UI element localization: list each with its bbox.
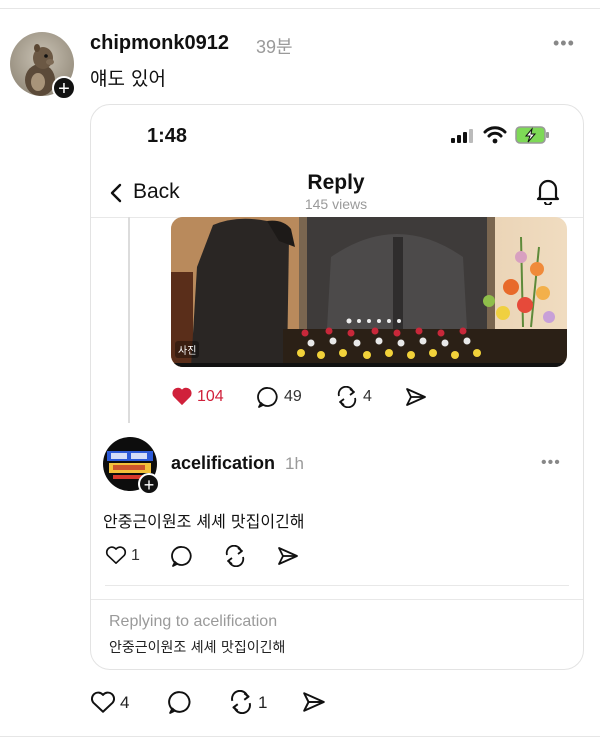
comment-icon[interactable]: [257, 386, 279, 408]
footer-divider: [91, 599, 583, 600]
repost-count: 4: [363, 388, 372, 405]
chevron-left-icon[interactable]: [109, 183, 123, 203]
quoted-image[interactable]: 사진: [171, 217, 567, 367]
post-username[interactable]: chipmonk0912: [90, 32, 229, 55]
post-time: 39분: [256, 37, 293, 57]
repost-icon[interactable]: [335, 386, 359, 408]
follow-plus-button[interactable]: +: [52, 76, 76, 100]
reply-heart-icon[interactable]: [105, 545, 127, 565]
reply-text: 안중근이원조 셰셰 맛집이긴해: [103, 512, 305, 531]
status-time: 1:48: [147, 125, 188, 147]
bottom-divider: [0, 736, 600, 737]
view-count: 145 views: [304, 196, 368, 212]
like-count: 104: [197, 388, 224, 405]
post-like-count: 4: [120, 693, 130, 712]
battery-icon: [515, 125, 551, 145]
reply-share-icon[interactable]: [277, 546, 299, 566]
media-tag: 사진: [175, 341, 200, 358]
reply-comment-icon[interactable]: [171, 545, 193, 567]
post-repost-count: 1: [258, 693, 268, 712]
back-button[interactable]: Back: [133, 180, 180, 204]
share-icon[interactable]: [405, 387, 427, 407]
post-text: 얘도 있어: [90, 68, 166, 90]
post-share-icon[interactable]: [302, 691, 326, 713]
replying-to-text: 안중근이원조 셰셰 맛집이긴해: [109, 640, 286, 656]
nav-title: Reply: [307, 171, 365, 194]
replying-to-label: Replying to acelification: [109, 613, 278, 630]
reply-username[interactable]: acelification: [171, 453, 275, 474]
reply-repost-icon[interactable]: [223, 545, 247, 567]
reply-follow-plus-button[interactable]: +: [138, 473, 160, 495]
reply-more-icon[interactable]: •••: [541, 454, 561, 472]
thread-line: [128, 217, 130, 423]
more-options-icon[interactable]: •••: [553, 33, 575, 54]
bell-icon[interactable]: [535, 177, 561, 205]
wifi-icon: [483, 126, 507, 144]
post-heart-icon[interactable]: [90, 690, 116, 714]
post-repost-icon[interactable]: [228, 690, 254, 714]
reply-divider: [105, 585, 569, 586]
reply-time: 1h: [285, 454, 304, 473]
heart-filled-icon[interactable]: [171, 386, 193, 406]
embedded-screenshot[interactable]: 1:48 Back Reply 145 views 사진 104 49 4 + …: [90, 104, 584, 670]
post-comment-icon[interactable]: [168, 690, 192, 714]
signal-icon: [451, 129, 473, 143]
reply-like-count: 1: [131, 547, 140, 564]
top-divider: [0, 8, 600, 9]
comment-count: 49: [284, 388, 302, 405]
